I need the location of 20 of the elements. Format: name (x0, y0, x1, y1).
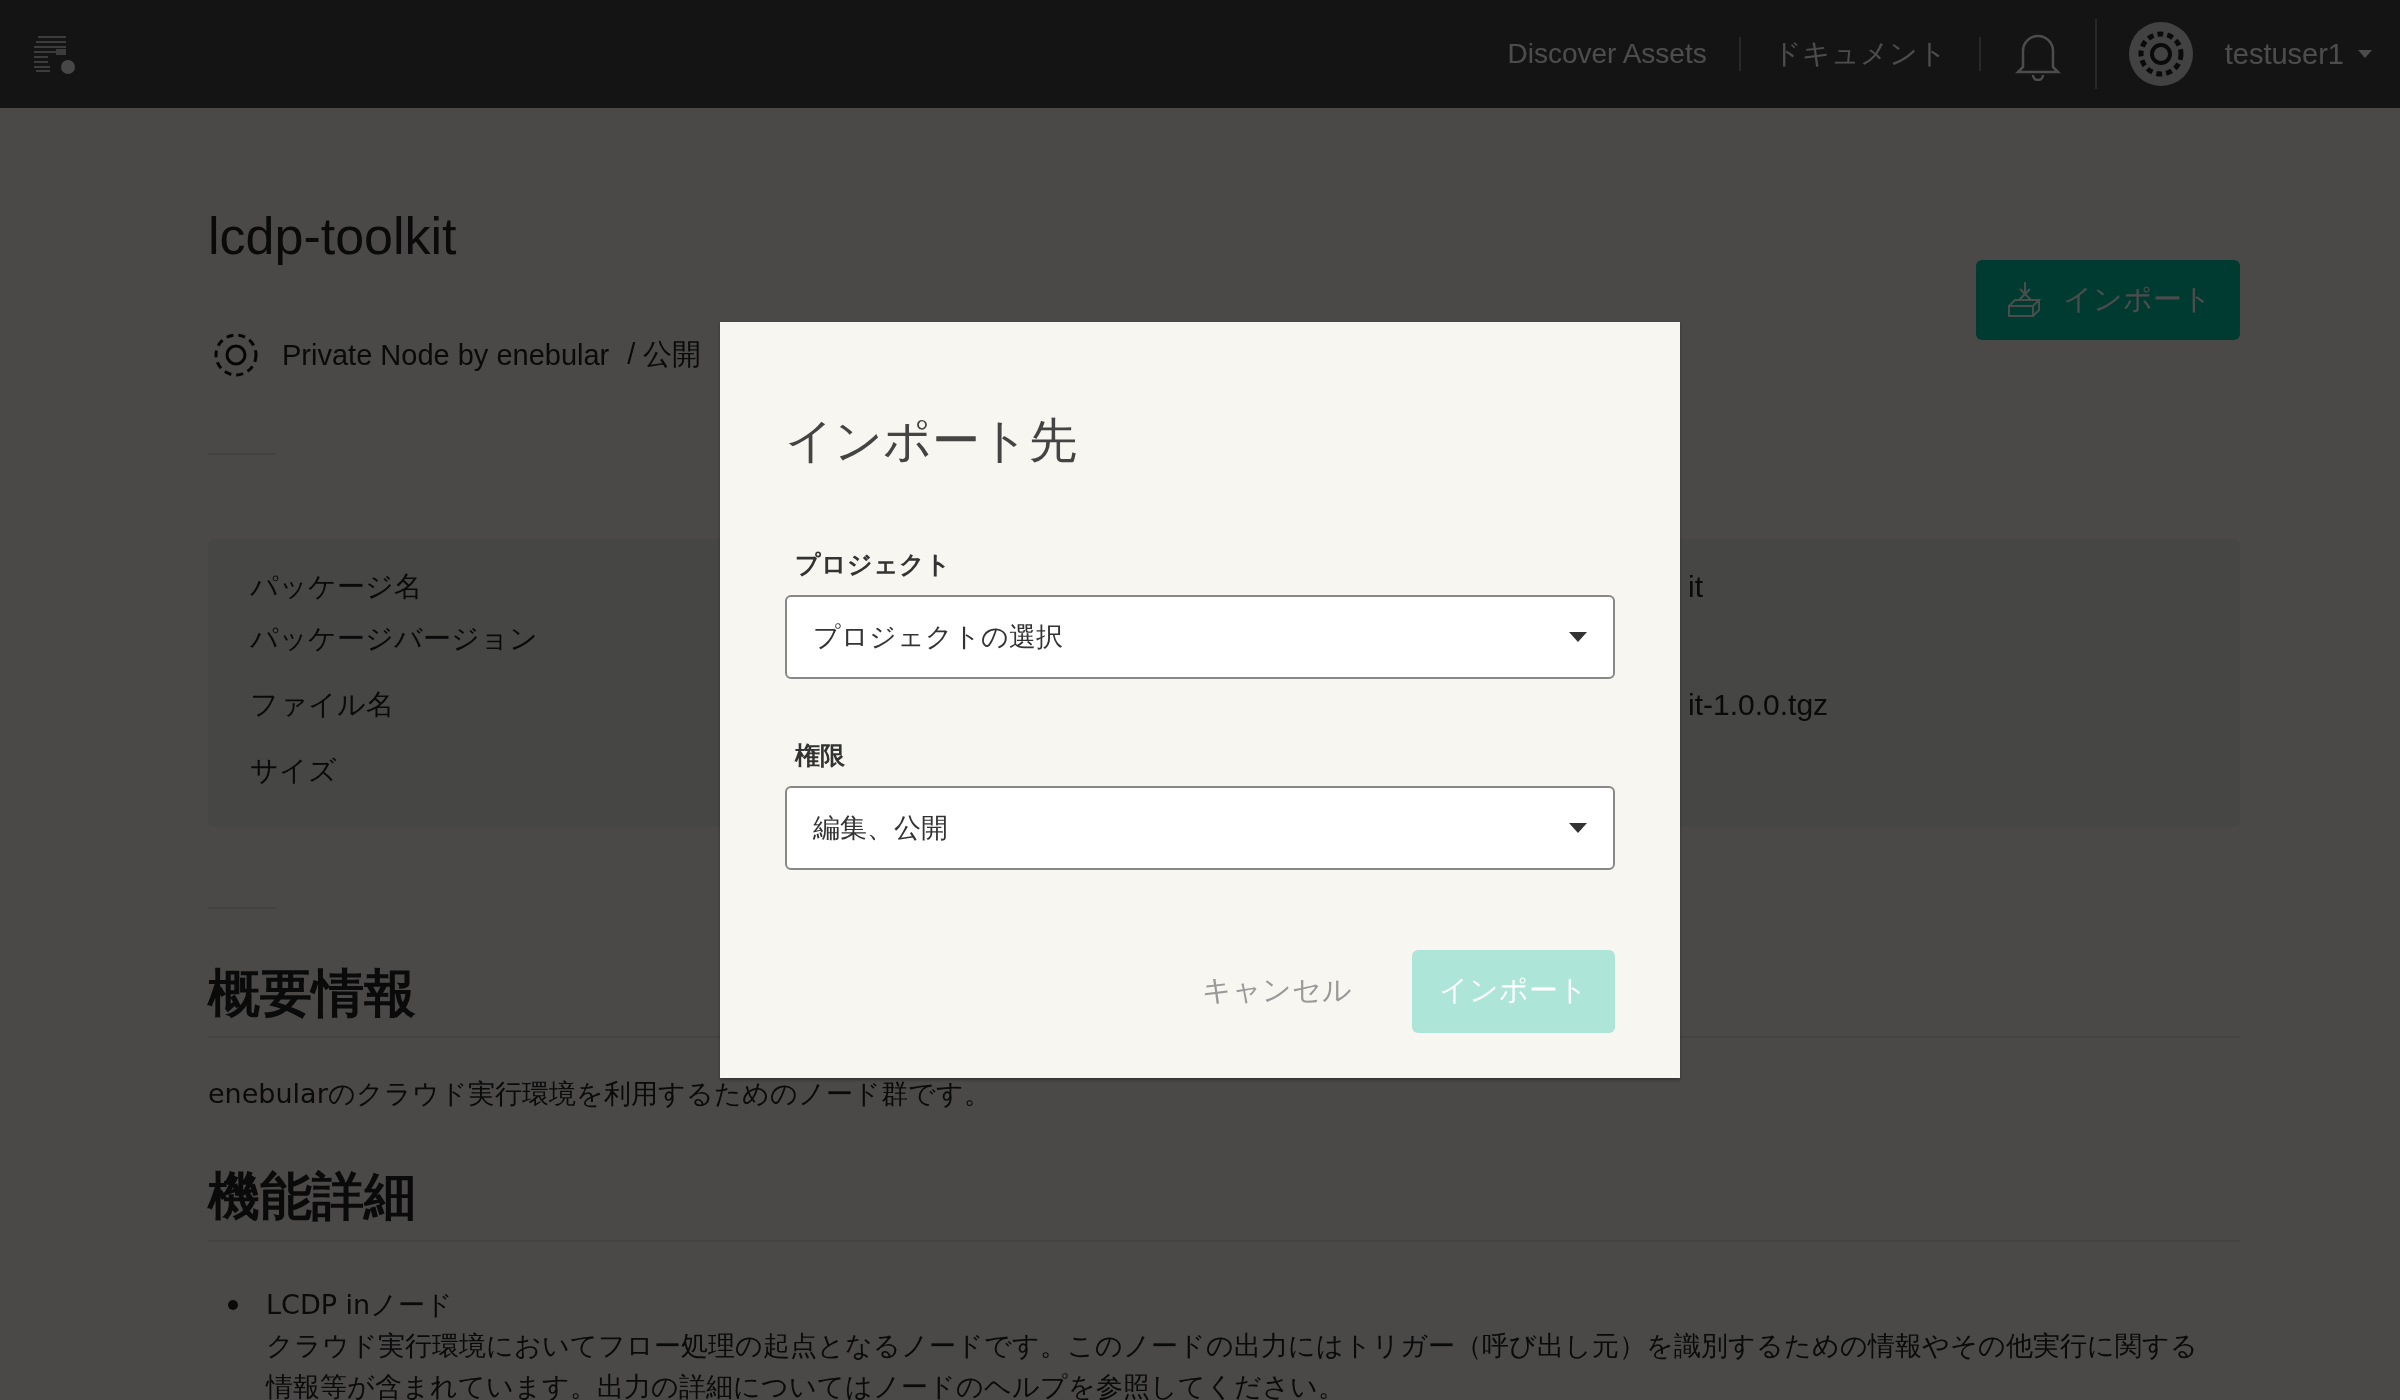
field-label: プロジェクト (795, 548, 952, 581)
cancel-button[interactable]: キャンセル (1186, 963, 1368, 1020)
item-title: LCDP inノード (266, 1287, 455, 1322)
publish-date-text: / 公開 (627, 337, 702, 373)
field-label: ファイル名 (250, 688, 394, 722)
field-label: パッケージバージョン (250, 622, 538, 656)
field-value: it-1.0.0.tgz (1688, 688, 1829, 722)
caret-icon (1569, 822, 1587, 833)
item-text: クラウド実行環境においてフロー処理の起点となるノードです。このノードの出力にはトリガー（呼び出し元）を識別するための情報やその他実行に関する情報等が含まれています。出力の詳細についてはノードのヘルプを参照してください。 (266, 1328, 2199, 1400)
field-label: 権限 (795, 739, 846, 772)
package-title: lcdp-toolkit (208, 206, 458, 266)
publisher-text: Private Node by enebular (282, 338, 610, 372)
section-text: enebularのクラウド実行環境を利用するためのノード群です。 (208, 1077, 992, 1112)
field-value: it (1688, 570, 1703, 604)
caret-icon (1569, 631, 1587, 642)
select-field[interactable]: プロジェクトの選択 (785, 594, 1615, 679)
select-field[interactable]: 編集、公開 (785, 785, 1615, 870)
field-label: パッケージ名 (250, 570, 422, 604)
field-label: サイズ (250, 754, 337, 788)
dialog-title: インポート先 (785, 412, 1078, 470)
